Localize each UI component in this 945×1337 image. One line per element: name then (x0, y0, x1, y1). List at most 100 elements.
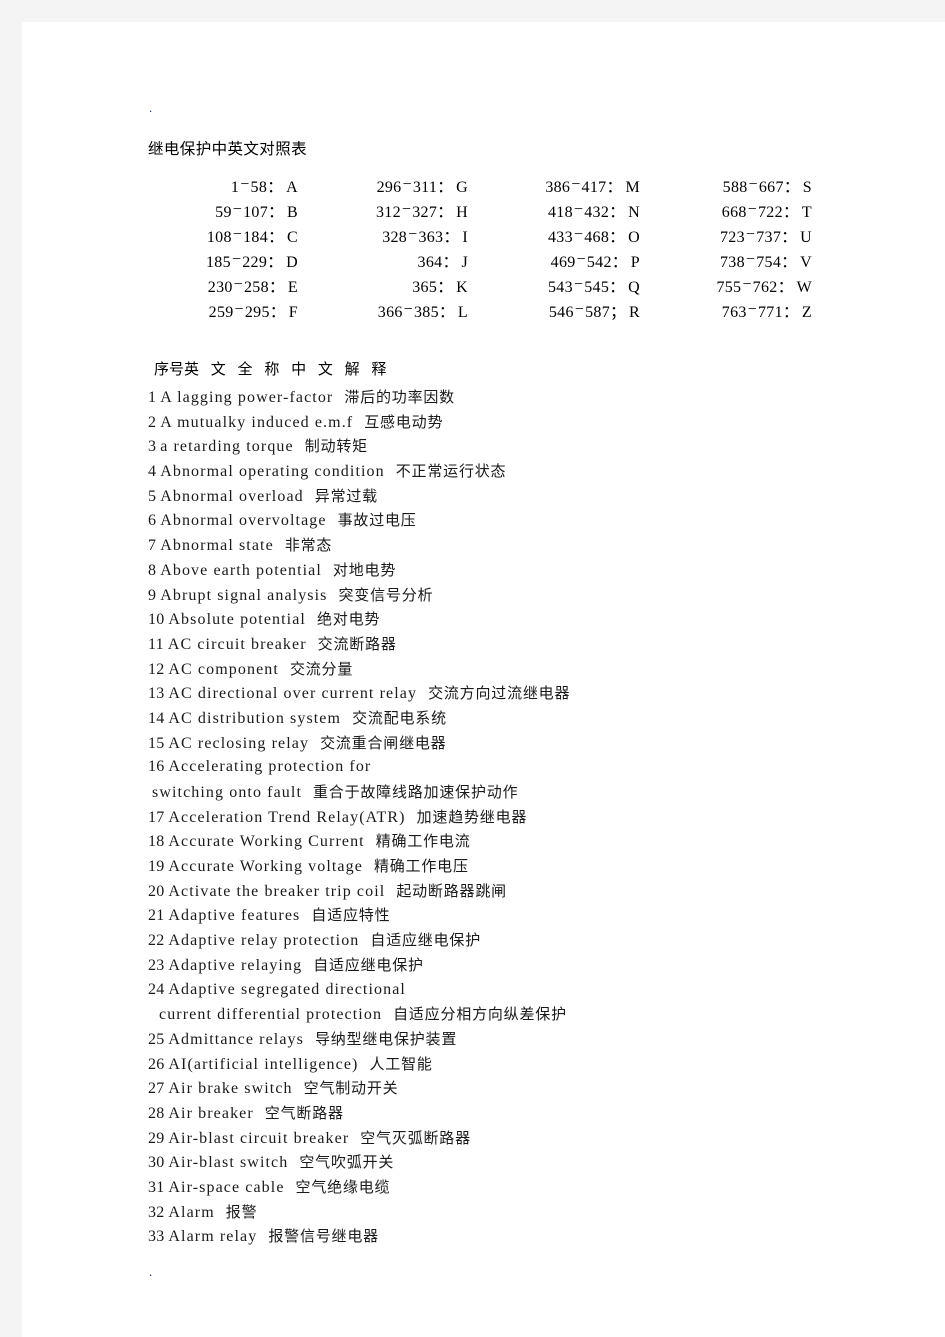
glossary-entry: 5 Abnormal overload 异常过载 (148, 484, 908, 509)
entry-number: 17 (148, 808, 165, 826)
entry-chinese-translation: 绝对电势 (316, 610, 381, 629)
entry-number: 28 (148, 1104, 165, 1122)
range-dash-icon: − (408, 225, 418, 243)
glossary-entry: 4 Abnormal operating condition 不正常运行状态 (148, 459, 908, 484)
glossary-entry: 1A lagging power-factor 滞后的功率因数 (148, 385, 908, 410)
entry-number: 32 (148, 1203, 165, 1221)
letter-index-cell-i: 328−363： I (320, 222, 488, 247)
entry-english-term: Accurate Working voltage (168, 858, 363, 876)
entry-chinese-translation: 精确工作电压 (373, 857, 469, 876)
range-dash-icon: − (401, 200, 412, 218)
range-start: 366 (377, 303, 403, 321)
glossary-entry-continuation: switching onto fault 重合于故障线路加速保护动作 (148, 780, 908, 805)
index-letter: L (457, 303, 468, 321)
letter-index-cell-n: 418−432： N (488, 197, 662, 222)
range-separator: ： (268, 278, 285, 296)
range-separator: ： (437, 203, 454, 221)
entry-chinese-translation: 空气绝缘电缆 (295, 1178, 391, 1196)
entry-number: 3 (148, 438, 157, 456)
entry-english-term: A lagging power-factor (160, 389, 334, 406)
range-dash-icon: − (747, 300, 757, 318)
range-separator: ； (610, 303, 627, 321)
range-end: 722 (758, 203, 783, 221)
entry-chinese-translation: 互感电动势 (364, 412, 444, 431)
entry-english-term: Accelerating protection for (168, 758, 372, 776)
range-end: 542 (586, 253, 612, 271)
range-end: 587 (585, 303, 610, 321)
range-dash-icon: − (571, 175, 581, 193)
range-start: 723 (719, 228, 745, 246)
letter-index-cell-g: 296−311： G (320, 172, 488, 197)
page-title: 继电保护中英文对照表 (148, 140, 308, 158)
glossary-entry: 20 Activate the breaker trip coil 起动断路器跳闸 (148, 879, 908, 904)
range-start: 418 (547, 203, 573, 221)
entry-number: 2 (148, 413, 157, 431)
entry-number: 9 (148, 586, 157, 604)
entry-number: 11 (148, 635, 164, 653)
letter-index-cell-o: 433−468： O (488, 222, 662, 247)
entry-english-term: a retarding torque (160, 438, 294, 456)
entry-chinese-translation: 事故过电压 (337, 511, 417, 530)
range-separator: ： (781, 228, 798, 246)
entry-english-term: Air brake switch (168, 1080, 293, 1098)
range-end: 229 (242, 253, 268, 271)
letter-index-row: 59−107： B 312−327： H 418−432： N 668−722： T (148, 197, 830, 222)
column-header-prefix: 序号 (154, 360, 185, 378)
entry-english-term: Adaptive relay protection (168, 932, 360, 950)
letter-index-cell-d: 185−229： D (148, 247, 320, 272)
letter-index-cell-j: 364： J (320, 247, 488, 272)
range-start: 738 (719, 253, 745, 271)
entry-english-term: Accurate Working Current (168, 833, 365, 851)
glossary-entry: 11 AC circuit breaker 交流断路器 (148, 632, 908, 657)
glossary-entry: 16 Accelerating protection for (148, 755, 908, 780)
index-letter: K (456, 278, 468, 296)
glossary-entry: 19 Accurate Working voltage 精确工作电压 (148, 854, 908, 879)
letter-index-row: 230−258： E 365： K 543−545： Q 755−762： W (148, 272, 830, 297)
entry-number: 25 (148, 1030, 165, 1048)
entry-english-term: Adaptive relaying (168, 956, 303, 974)
range-end: 754 (756, 253, 782, 271)
glossary-entry: 10 Absolute potential 绝对电势 (148, 607, 908, 632)
range-dash-icon: − (403, 300, 413, 318)
range-end: 667 (758, 178, 784, 196)
entry-english-term: Abnormal overload (160, 487, 304, 505)
index-letter: H (456, 203, 468, 221)
range-start: 763 (721, 303, 747, 321)
range-separator: ： (783, 178, 800, 196)
range-start: 755 (716, 278, 742, 296)
entry-number: 31 (148, 1179, 165, 1196)
index-letter: A (286, 178, 298, 196)
entry-number: 21 (148, 907, 165, 925)
range-separator: ： (267, 178, 284, 196)
range-start: 312 (375, 203, 401, 221)
index-letter: G (456, 178, 468, 196)
index-letter: M (625, 178, 640, 196)
index-letter: I (462, 228, 468, 246)
entry-number: 27 (148, 1080, 165, 1098)
index-letter: Z (801, 303, 812, 321)
glossary-entry: 30 Air-blast switch 空气吹弧开关 (148, 1150, 908, 1175)
letter-index-table: 1−58： A 296−311： G 386−417： M 588−667： S 59−107：… (148, 172, 830, 322)
range-separator: ： (611, 253, 628, 271)
glossary-list: 1A lagging power-factor 滞后的功率因数 2 A mutualk… (148, 385, 908, 1249)
entry-chinese-translation: 起动断路器跳闸 (396, 881, 507, 900)
letter-index-cell-k: 365： K (320, 272, 488, 297)
letter-index-cell-a: 1−58： A (148, 172, 320, 197)
entry-english-term: Adaptive features (168, 907, 301, 925)
index-letter: J (461, 253, 468, 271)
glossary-entry: 25 Admittance relays 导纳型继电保护装置 (148, 1027, 908, 1052)
letter-index-body: 1−58： A 296−311： G 386−417： M 588−667： S 59−107：… (148, 172, 830, 322)
index-letter: C (287, 228, 298, 246)
range-end: 363 (418, 228, 444, 246)
glossary-entry: 24 Adaptive segregated directional (148, 978, 908, 1003)
entry-number: 6 (148, 512, 157, 530)
range-dash-icon: − (574, 300, 585, 318)
range-end: 417 (581, 178, 607, 196)
entry-english-term: Air-blast circuit breaker (168, 1129, 350, 1147)
range-end: 468 (584, 228, 610, 246)
entry-chinese-translation: 制动转矩 (304, 437, 368, 456)
entry-chinese-translation: 报警信号继电器 (268, 1227, 379, 1246)
range-start: 469 (550, 253, 576, 271)
index-letter: U (800, 228, 812, 246)
range-separator: ： (609, 228, 626, 246)
